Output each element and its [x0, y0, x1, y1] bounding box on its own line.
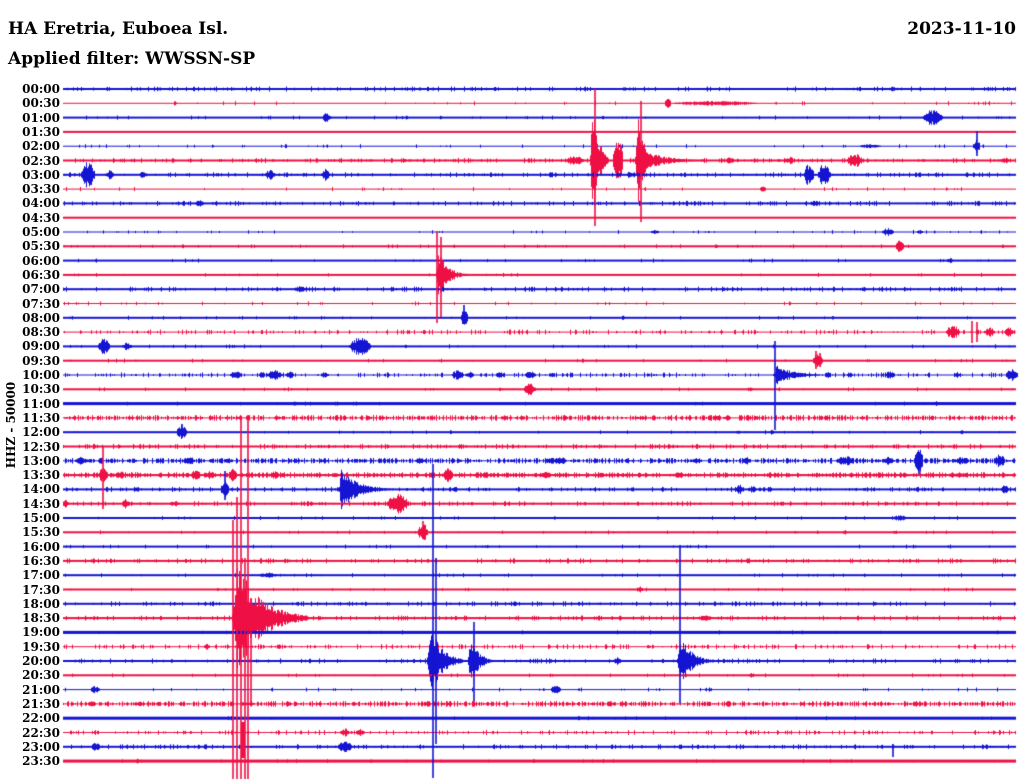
time-label-19:00: 19:00 — [22, 625, 60, 640]
helicorder-page: HA Eretria, Euboea Isl. 2023-11-10 Appli… — [0, 0, 1024, 780]
time-label-17:30: 17:30 — [22, 582, 60, 597]
time-label-23:00: 23:00 — [22, 739, 60, 754]
time-label-07:00: 07:00 — [22, 281, 60, 296]
time-label-15:30: 15:30 — [22, 525, 60, 540]
time-label-08:30: 08:30 — [22, 324, 60, 339]
y-axis-label: HHZ - 50000 — [4, 381, 18, 469]
time-label-21:00: 21:00 — [22, 682, 60, 697]
time-label-00:30: 00:30 — [22, 96, 60, 111]
time-label-18:30: 18:30 — [22, 610, 60, 625]
time-label-13:30: 13:30 — [22, 467, 60, 482]
time-label-09:00: 09:00 — [22, 339, 60, 354]
time-label-14:30: 14:30 — [22, 496, 60, 511]
time-label-04:00: 04:00 — [22, 196, 60, 211]
time-label-03:00: 03:00 — [22, 167, 60, 182]
time-label-05:30: 05:30 — [22, 239, 60, 254]
time-label-06:30: 06:30 — [22, 267, 60, 282]
time-label-04:30: 04:30 — [22, 210, 60, 225]
time-label-03:30: 03:30 — [22, 181, 60, 196]
time-label-22:00: 22:00 — [22, 710, 60, 725]
time-label-08:00: 08:00 — [22, 310, 60, 325]
time-label-09:30: 09:30 — [22, 353, 60, 368]
time-label-02:00: 02:00 — [22, 138, 60, 153]
time-label-18:00: 18:00 — [22, 596, 60, 611]
time-label-15:00: 15:00 — [22, 510, 60, 525]
time-label-22:30: 22:30 — [22, 725, 60, 740]
helicorder-plot: 00:00 00:30 01:00 01:30 02:00 02:30 03:00 03:30… — [0, 0, 1024, 780]
time-label-10:00: 10:00 — [22, 367, 60, 382]
time-label-23:30: 23:30 — [22, 753, 60, 768]
time-label-05:00: 05:00 — [22, 224, 60, 239]
helicorder-canvas — [0, 0, 1024, 780]
time-label-02:30: 02:30 — [22, 153, 60, 168]
time-label-21:30: 21:30 — [22, 696, 60, 711]
time-label-01:30: 01:30 — [22, 124, 60, 139]
time-label-17:00: 17:00 — [22, 567, 60, 582]
time-label-01:00: 01:00 — [22, 110, 60, 125]
time-label-20:00: 20:00 — [22, 653, 60, 668]
time-label-19:30: 19:30 — [22, 639, 60, 654]
time-label-07:30: 07:30 — [22, 296, 60, 311]
time-label-14:00: 14:00 — [22, 482, 60, 497]
time-label-00:00: 00:00 — [22, 81, 60, 96]
time-label-16:30: 16:30 — [22, 553, 60, 568]
time-label-06:00: 06:00 — [22, 253, 60, 268]
time-label-16:00: 16:00 — [22, 539, 60, 554]
time-label-20:30: 20:30 — [22, 668, 60, 683]
